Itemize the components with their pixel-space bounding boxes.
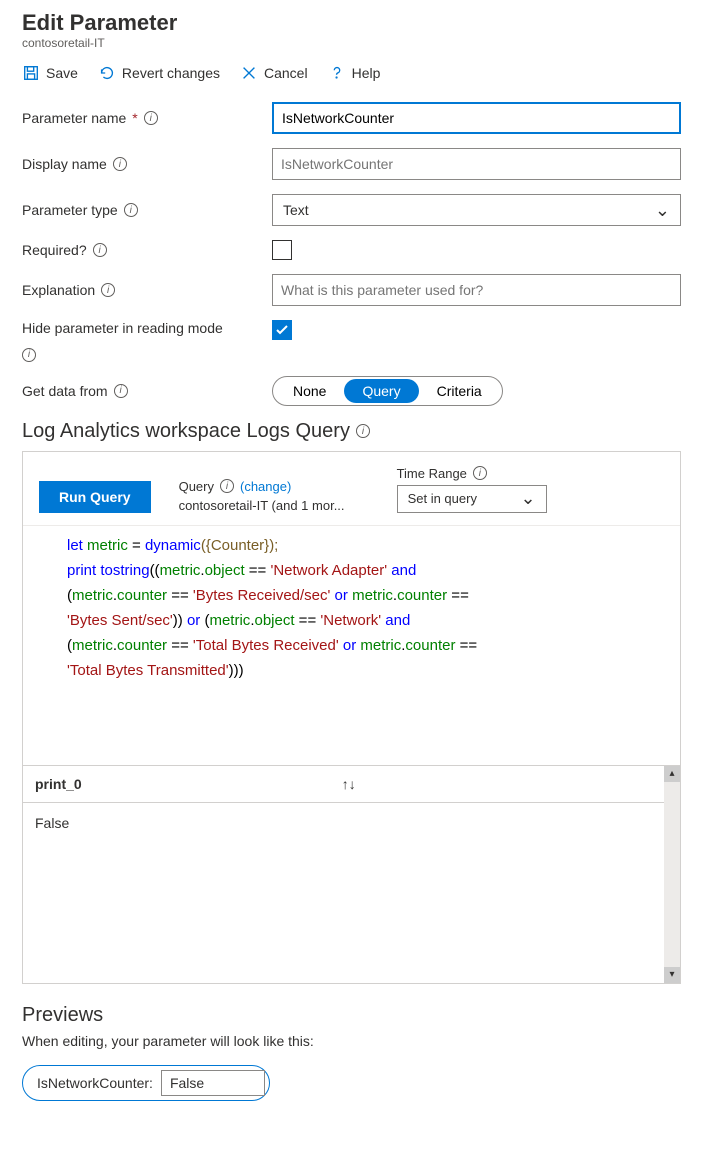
cancel-label: Cancel (264, 65, 308, 81)
segment-criteria[interactable]: Criteria (419, 379, 500, 403)
cancel-icon (240, 64, 258, 82)
time-range-hdr: Time Range (397, 466, 467, 481)
chevron-down-icon: ⌄ (520, 488, 535, 509)
explanation-label: Explanation i (22, 282, 272, 298)
display-name-input[interactable] (272, 148, 681, 180)
previews-title: Previews (22, 1004, 681, 1027)
chevron-down-icon: ⌄ (655, 200, 670, 221)
param-name-input[interactable] (272, 102, 681, 134)
result-column: print_0 (35, 776, 82, 792)
info-icon[interactable]: i (144, 111, 158, 125)
revert-icon (98, 64, 116, 82)
result-body: False (23, 803, 680, 983)
check-icon (275, 323, 289, 337)
display-name-label: Display name i (22, 156, 272, 172)
explanation-input[interactable] (272, 274, 681, 306)
revert-button[interactable]: Revert changes (98, 64, 220, 82)
page-subtitle: contosoretail-IT (22, 36, 681, 50)
info-icon[interactable]: i (473, 466, 487, 480)
time-range-value: Set in query (408, 491, 477, 506)
get-data-label: Get data from i (22, 383, 272, 399)
cancel-button[interactable]: Cancel (240, 64, 308, 82)
query-hdr: Query (179, 479, 214, 494)
resource-text: contosoretail-IT (and 1 mor... (179, 498, 369, 513)
page-title: Edit Parameter (22, 10, 681, 36)
result-value: False (35, 815, 69, 831)
info-icon[interactable]: i (356, 424, 370, 438)
hide-checkbox[interactable] (272, 320, 292, 340)
time-range-select[interactable]: Set in query ⌄ (397, 485, 547, 513)
required-checkbox[interactable] (272, 240, 292, 260)
info-icon[interactable]: i (114, 384, 128, 398)
toolbar: Save Revert changes Cancel Help (22, 64, 681, 82)
info-icon[interactable]: i (22, 348, 36, 362)
change-link[interactable]: (change) (240, 479, 291, 494)
query-section-title: Log Analytics workspace Logs Query i (22, 420, 681, 443)
revert-label: Revert changes (122, 65, 220, 81)
param-name-label: Parameter name * i (22, 110, 272, 126)
help-button[interactable]: Help (328, 64, 381, 82)
scrollbar[interactable] (664, 766, 680, 983)
data-source-segmented: None Query Criteria (272, 376, 503, 406)
result-header[interactable]: print_0 ↑↓ (23, 766, 680, 803)
scroll-down-icon[interactable]: ▾ (664, 967, 680, 983)
run-query-button[interactable]: Run Query (39, 481, 151, 513)
info-icon[interactable]: i (124, 203, 138, 217)
query-box: Run Query Query i (change) contosoretail… (22, 451, 681, 984)
param-type-select[interactable]: Text ⌄ (272, 194, 681, 226)
save-icon (22, 64, 40, 82)
query-editor[interactable]: let metric = dynamic({Counter});print to… (23, 526, 680, 766)
required-asterisk: * (132, 110, 137, 126)
scroll-up-icon[interactable]: ▴ (664, 766, 680, 782)
info-icon[interactable]: i (93, 243, 107, 257)
help-label: Help (352, 65, 381, 81)
info-icon[interactable]: i (113, 157, 127, 171)
required-label: Required? i (22, 242, 272, 258)
hide-label: Hide parameter in reading mode (22, 320, 272, 336)
help-icon (328, 64, 346, 82)
preview-value[interactable]: False (161, 1070, 265, 1096)
preview-pill[interactable]: IsNetworkCounter: False (22, 1065, 270, 1101)
segment-none[interactable]: None (275, 379, 344, 403)
info-icon[interactable]: i (220, 479, 234, 493)
save-label: Save (46, 65, 78, 81)
sort-icon[interactable]: ↑↓ (342, 776, 356, 792)
previews-desc: When editing, your parameter will look l… (22, 1033, 681, 1049)
segment-query[interactable]: Query (344, 379, 418, 403)
param-type-value: Text (283, 202, 309, 218)
param-type-label: Parameter type i (22, 202, 272, 218)
save-button[interactable]: Save (22, 64, 78, 82)
preview-name: IsNetworkCounter: (37, 1075, 153, 1091)
info-icon[interactable]: i (101, 283, 115, 297)
